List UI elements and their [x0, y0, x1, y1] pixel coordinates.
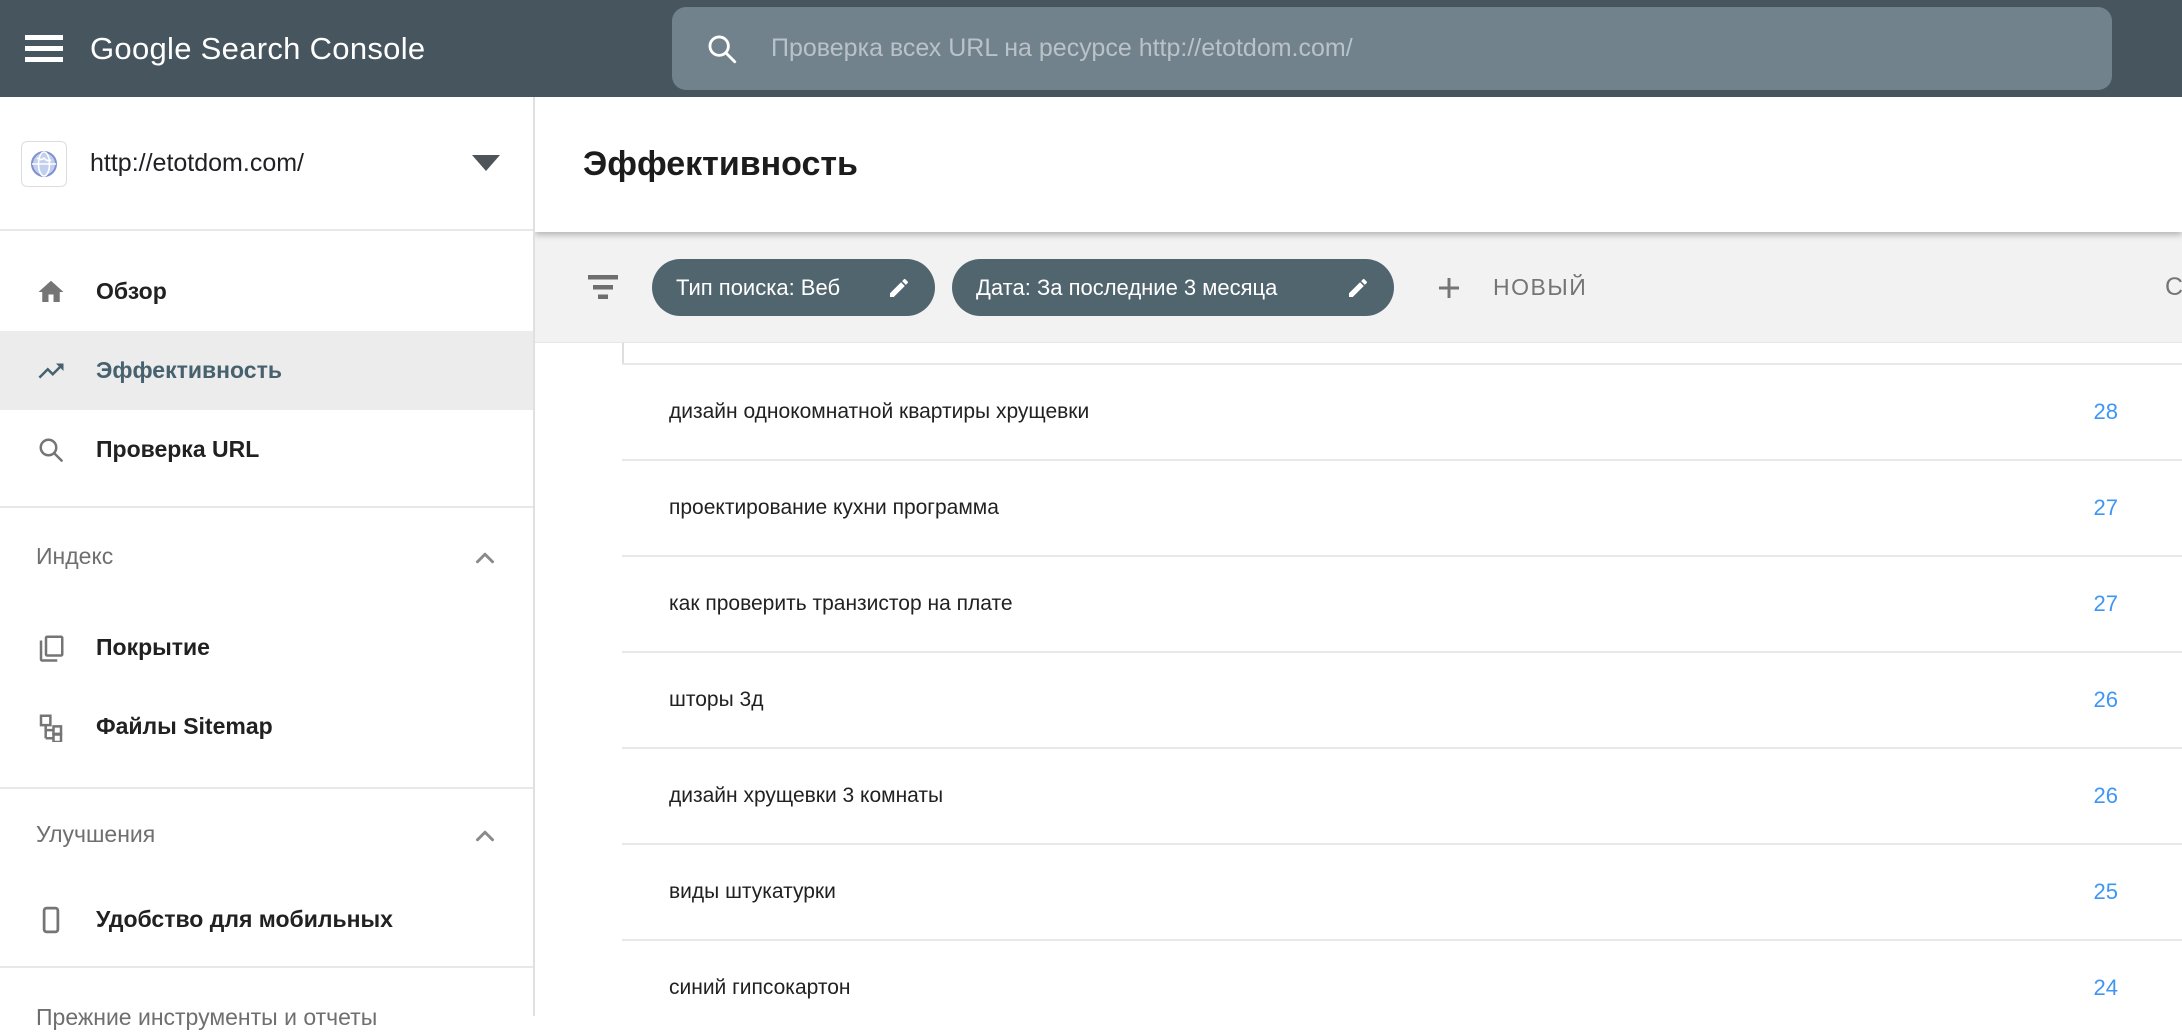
query-cell: виды штукатурки: [669, 880, 836, 904]
url-inspection-searchbox[interactable]: [672, 7, 2112, 90]
section-title-enhancements: Улучшения: [36, 821, 155, 848]
query-cell: дизайн хрущевки 3 комнаты: [669, 784, 943, 808]
plus-icon: [1433, 272, 1465, 304]
property-favicon-tile: [21, 141, 67, 187]
new-filter-label: НОВЫЙ: [1493, 274, 1587, 301]
search-type-filter-chip[interactable]: Тип поиска: Веб: [652, 259, 935, 316]
search-icon: [36, 435, 66, 465]
page-header: Эффективность: [535, 97, 2182, 232]
pencil-icon: [1346, 276, 1370, 300]
date-filter-chip[interactable]: Дата: За последние 3 месяца: [952, 259, 1394, 316]
table-row[interactable]: дизайн однокомнатной квартиры хрущевки 2…: [622, 363, 2182, 459]
trending-up-icon: [36, 356, 66, 386]
chip-label: Тип поиска: Веб: [676, 275, 840, 301]
divider: [0, 787, 533, 789]
chevron-up-icon[interactable]: [470, 821, 500, 851]
pencil-icon: [887, 276, 911, 300]
menu-icon[interactable]: [25, 35, 63, 62]
chevron-up-icon[interactable]: [470, 543, 500, 573]
query-cell: проектирование кухни программа: [669, 496, 999, 520]
table-row[interactable]: дизайн хрущевки 3 комнаты 26: [622, 747, 2182, 843]
sidebar-item-performance[interactable]: Эффективность: [0, 331, 533, 410]
divider: [0, 966, 533, 968]
pages-icon: [36, 633, 66, 663]
queries-table: дизайн однокомнатной квартиры хрущевки 2…: [622, 363, 2182, 1035]
search-icon: [705, 32, 739, 66]
section-title-legacy-tools: Прежние инструменты и отчеты: [36, 1004, 377, 1031]
home-icon: [36, 277, 66, 307]
clicks-cell: 27: [2094, 591, 2118, 617]
clicks-cell: 26: [2094, 783, 2118, 809]
sidebar-item-label: Файлы Sitemap: [96, 713, 273, 740]
app-top-bar: Google Search Console: [0, 0, 2182, 97]
property-selector[interactable]: http://etotdom.com/: [0, 97, 533, 231]
app-logo: Google Search Console: [90, 0, 425, 97]
table-row[interactable]: синий гипсокартон 24: [622, 939, 2182, 1035]
query-cell: синий гипсокартон: [669, 976, 851, 1000]
caret-down-icon: [472, 155, 500, 171]
sidebar-item-url-inspection[interactable]: Проверка URL: [0, 410, 533, 489]
page-title: Эффективность: [583, 145, 858, 184]
property-url: http://etotdom.com/: [90, 97, 304, 229]
clicks-cell: 27: [2094, 495, 2118, 521]
query-cell: как проверить транзистор на плате: [669, 592, 1013, 616]
divider: [0, 506, 533, 508]
sidebar-item-label: Покрытие: [96, 634, 210, 661]
table-row[interactable]: как проверить транзистор на плате 27: [622, 555, 2182, 651]
globe-favicon: [29, 149, 59, 179]
sidebar-item-mobile-usability[interactable]: Удобство для мобильных: [0, 880, 533, 959]
table-row[interactable]: виды штукатурки 25: [622, 843, 2182, 939]
new-filter-button[interactable]: НОВЫЙ: [1433, 259, 1587, 316]
export-button-partial[interactable]: С: [2165, 259, 2182, 316]
query-cell: дизайн однокомнатной квартиры хрущевки: [669, 400, 1089, 424]
clicks-cell: 25: [2094, 879, 2118, 905]
clicks-cell: 26: [2094, 687, 2118, 713]
table-row[interactable]: шторы 3д 26: [622, 651, 2182, 747]
table-row[interactable]: проектирование кухни программа 27: [622, 459, 2182, 555]
sidebar-item-overview[interactable]: Обзор: [0, 252, 533, 331]
sidebar-item-coverage[interactable]: Покрытие: [0, 608, 533, 687]
smartphone-icon: [36, 905, 66, 935]
sidebar-item-label: Проверка URL: [96, 436, 259, 463]
query-cell: шторы 3д: [669, 688, 763, 712]
section-title-index: Индекс: [36, 543, 113, 570]
sidebar-item-label: Обзор: [96, 278, 167, 305]
chip-label: Дата: За последние 3 месяца: [976, 275, 1277, 301]
sidebar-item-label: Удобство для мобильных: [96, 906, 393, 933]
clicks-cell: 28: [2094, 399, 2118, 425]
sidebar: http://etotdom.com/ Обзор Эффективность …: [0, 97, 535, 1016]
sitemap-icon: [36, 712, 66, 742]
filter-toolbar: Тип поиска: Веб Дата: За последние 3 мес…: [535, 232, 2182, 343]
sidebar-item-sitemaps[interactable]: Файлы Sitemap: [0, 687, 533, 766]
search-input[interactable]: [769, 33, 2112, 64]
clicks-cell: 24: [2094, 975, 2118, 1001]
sidebar-item-label: Эффективность: [96, 357, 282, 384]
filter-icon[interactable]: [588, 273, 618, 306]
